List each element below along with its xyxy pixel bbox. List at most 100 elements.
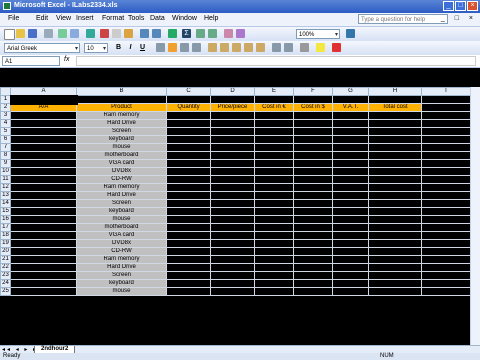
undo-icon[interactable] <box>140 29 149 38</box>
row-header[interactable]: 5 <box>0 127 11 136</box>
cut-icon[interactable] <box>100 29 109 38</box>
row-header[interactable]: 6 <box>0 135 11 144</box>
cell[interactable]: 100 <box>210 111 255 120</box>
col-header-a[interactable]: A <box>10 87 77 96</box>
close-button[interactable]: × <box>467 1 478 11</box>
cell[interactable]: 54 <box>210 167 255 176</box>
cell[interactable]: 0.00 € <box>332 183 369 192</box>
cell[interactable]: Price/piece <box>210 103 255 112</box>
cell[interactable]: 1,200.00 € <box>368 183 422 192</box>
cell[interactable] <box>421 215 471 224</box>
cell[interactable]: $0.00 <box>293 223 333 232</box>
row-header[interactable]: 7 <box>0 143 11 152</box>
menu-data[interactable]: Data <box>150 15 165 22</box>
cell[interactable]: 625.00 € <box>368 143 422 152</box>
cell[interactable]: 3,507.00 € <box>368 191 422 200</box>
cell[interactable] <box>421 167 471 176</box>
align-right-icon[interactable] <box>180 43 189 52</box>
currency-icon[interactable] <box>208 43 217 52</box>
cell[interactable] <box>332 95 369 104</box>
cell[interactable]: 0.00 € <box>332 127 369 136</box>
row-header[interactable]: 20 <box>0 247 11 256</box>
cell[interactable]: 350 <box>210 271 255 280</box>
cell[interactable]: aa=23 <box>10 287 77 296</box>
cell[interactable]: 3,507.00 € <box>254 119 294 128</box>
cell[interactable]: 0.00 € <box>332 287 369 296</box>
cell[interactable]: aa=17 <box>10 239 77 248</box>
spelling-icon[interactable] <box>86 29 95 38</box>
row-header[interactable]: 21 <box>0 255 11 264</box>
row-header[interactable]: 13 <box>0 191 11 200</box>
cell[interactable]: 42 <box>166 167 211 176</box>
cell[interactable] <box>421 191 471 200</box>
col-header-b[interactable]: B <box>76 87 167 96</box>
cell[interactable]: $0.00 <box>293 127 333 136</box>
cell[interactable]: 0.00 € <box>332 279 369 288</box>
cell[interactable] <box>421 183 471 192</box>
cell[interactable]: 1,200.00 € <box>368 111 422 120</box>
row-header[interactable]: 18 <box>0 231 11 240</box>
cell[interactable]: 36 <box>166 159 211 168</box>
cell[interactable]: Ram memory <box>76 255 167 264</box>
chart-wizard-icon[interactable] <box>224 29 233 38</box>
cell[interactable]: 100 <box>210 255 255 264</box>
cell[interactable]: Hard Drive <box>76 191 167 200</box>
cell[interactable]: 0.00 € <box>332 263 369 272</box>
merge-center-icon[interactable] <box>192 43 201 52</box>
cell[interactable] <box>421 231 471 240</box>
cell[interactable]: 252.00 € <box>368 279 422 288</box>
help-search-input[interactable]: Type a question for help <box>358 14 448 24</box>
cell[interactable]: $0.00 <box>293 119 333 128</box>
row-header[interactable]: 22 <box>0 263 11 272</box>
cell[interactable]: $0.00 <box>293 151 333 160</box>
cell[interactable]: 0.00 € <box>332 223 369 232</box>
menu-format[interactable]: Format <box>102 15 124 22</box>
print-icon[interactable] <box>58 29 67 38</box>
menu-edit[interactable]: Edit <box>36 15 48 22</box>
col-header-g[interactable]: G <box>332 87 369 96</box>
cell[interactable]: 7 <box>166 271 211 280</box>
cell[interactable] <box>368 95 422 104</box>
cell[interactable]: 350 <box>210 199 255 208</box>
cell[interactable]: $0.00 <box>293 239 333 248</box>
increase-decimal-icon[interactable] <box>244 43 253 52</box>
cell[interactable]: 0.00 € <box>332 119 369 128</box>
cell[interactable] <box>210 95 255 104</box>
row-header[interactable]: 10 <box>0 167 11 176</box>
fill-color-icon[interactable] <box>316 43 325 52</box>
font-color-icon[interactable] <box>332 43 341 52</box>
cell[interactable]: 0.00 € <box>332 111 369 120</box>
cell[interactable]: Screen <box>76 127 167 136</box>
cell[interactable]: keyboard <box>76 207 167 216</box>
cell[interactable]: 8,280.00 € <box>254 159 294 168</box>
cell[interactable]: 0.00 € <box>332 239 369 248</box>
select-all-corner[interactable] <box>0 87 11 96</box>
cell[interactable]: aa=10 <box>10 183 77 192</box>
cell[interactable]: 21 <box>166 191 211 200</box>
align-center-icon[interactable] <box>168 43 177 52</box>
cell[interactable] <box>421 239 471 248</box>
menu-window[interactable]: Window <box>172 15 197 22</box>
cell[interactable]: 2,450.00 € <box>368 127 422 136</box>
cell[interactable]: aa=9 <box>10 175 77 184</box>
cell[interactable]: 230 <box>210 159 255 168</box>
cell[interactable]: $0.00 <box>293 271 333 280</box>
cell[interactable]: DVD8x <box>76 167 167 176</box>
cell[interactable]: 25 <box>210 215 255 224</box>
cell[interactable]: 252.00 € <box>254 135 294 144</box>
cell[interactable] <box>421 255 471 264</box>
bold-button[interactable]: B <box>114 43 123 52</box>
cell[interactable]: 0.00 € <box>332 255 369 264</box>
cell[interactable] <box>421 119 471 128</box>
cell[interactable]: aa=3 <box>10 127 77 136</box>
sort-ascending-icon[interactable] <box>196 29 205 38</box>
print-preview-icon[interactable] <box>70 29 79 38</box>
cell[interactable]: aa=19 <box>10 255 77 264</box>
cell[interactable]: 15 <box>166 151 211 160</box>
cell[interactable]: aa=7 <box>10 159 77 168</box>
cell[interactable]: 2,310.00 € <box>254 223 294 232</box>
cell[interactable]: 42 <box>210 279 255 288</box>
row-header[interactable]: 11 <box>0 175 11 184</box>
cell[interactable] <box>421 263 471 272</box>
cell[interactable]: $0.00 <box>293 231 333 240</box>
